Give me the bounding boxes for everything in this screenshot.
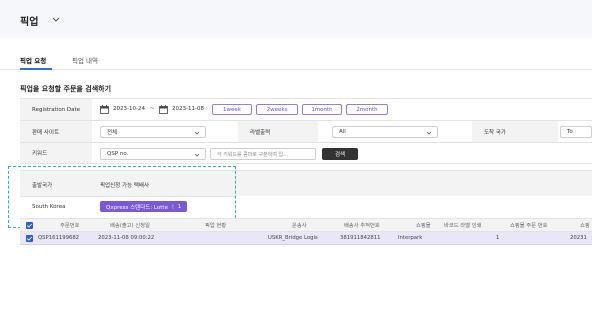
tab-bar: 픽업 요청 픽업 내역	[0, 52, 592, 70]
keyword-type-value: QSP no.	[107, 151, 129, 157]
keyword-label: 키워드	[20, 143, 92, 163]
select-all-checkbox[interactable]	[26, 222, 33, 229]
label-output-label: 라벨출력	[238, 121, 318, 142]
table-row[interactable]: QSP161199682 2023-11-08 09:00:22 USKR_Br…	[20, 232, 592, 245]
column-header: 배송사 추적번호	[344, 223, 380, 229]
arrival-country-value: To	[567, 129, 573, 135]
chevron-down-icon	[194, 131, 200, 135]
calendar-icon[interactable]	[100, 105, 109, 114]
date-separator: ~	[150, 106, 155, 112]
registration-date-label: Registration Date	[20, 99, 92, 120]
request-date: 2023-11-08 09:00:22	[98, 235, 155, 241]
sales-site-label: 판매 사이트	[20, 121, 92, 142]
column-header: 운송사	[292, 223, 307, 229]
column-header: 주문번호	[60, 223, 80, 229]
column-header: 픽업 현황	[205, 223, 227, 229]
column-header: 쇼핑	[580, 223, 590, 229]
range-2weeks-button[interactable]: 2weeks	[256, 104, 298, 115]
range-1month-button[interactable]: 1month	[302, 104, 342, 115]
filter-row-site: 판매 사이트 전체 라벨출력 All 도착 국가 To	[20, 120, 592, 142]
carrier-header-extension	[236, 170, 592, 196]
arrival-country-select[interactable]: To	[560, 126, 592, 138]
active-tab-indicator	[20, 68, 52, 70]
carrier-cell: USKR_Bridge Logis	[268, 235, 318, 241]
keyword-placeholder: 각 키워드를 콤마로 구분하여 입...	[217, 151, 288, 158]
chevron-down-icon	[194, 153, 200, 157]
order-number[interactable]: QSP161199682	[38, 232, 79, 244]
calendar-icon[interactable]	[159, 105, 168, 114]
label-output-select[interactable]: All	[332, 126, 438, 138]
label-output-value: All	[339, 129, 346, 135]
search-button[interactable]: 검색	[322, 148, 358, 160]
tracking-number: 381911842811	[340, 235, 381, 241]
range-1week-button[interactable]: 1week	[212, 104, 252, 115]
column-header: 쇼핑몰 주문 번호	[510, 223, 548, 229]
date-start[interactable]: 2023-10-24	[113, 106, 145, 112]
sales-site-select[interactable]: 전체	[100, 126, 206, 138]
column-header: 배송(출고) 신청일	[110, 223, 150, 229]
mall-order-number: 1	[496, 235, 500, 241]
chevron-down-icon[interactable]	[51, 14, 61, 24]
chevron-down-icon	[426, 131, 432, 135]
tab-pickup-request[interactable]: 픽업 요청	[20, 55, 46, 65]
column-header: 바코드 라벨 인쇄	[444, 223, 482, 229]
table-header: 주문번호 배송(출고) 신청일 픽업 현황 운송사 배송사 추적번호 쇼핑몰 바…	[20, 218, 592, 232]
section-title: 픽업을 요청할 주문을 검색하기	[20, 85, 112, 93]
page-title: 픽업	[20, 17, 39, 28]
tab-pickup-history[interactable]: 픽업 내역	[72, 55, 98, 65]
row-checkbox[interactable]	[26, 235, 33, 242]
shopping-mall: Interpark	[398, 235, 423, 241]
keyword-input[interactable]: 각 키워드를 콤마로 구분하여 입...	[210, 148, 316, 160]
top-bar: 픽업	[0, 0, 592, 38]
column-header: 쇼핑몰	[416, 223, 431, 229]
filter-row-keyword: 키워드 QSP no. 각 키워드를 콤마로 구분하여 입... 검색	[20, 142, 592, 164]
date-end[interactable]: 2023-11-08	[172, 106, 204, 112]
arrival-country-label: 도착 국가	[472, 121, 558, 142]
range-2month-button[interactable]: 2month	[346, 104, 388, 115]
sales-site-value: 전체	[107, 130, 118, 136]
shopping-extra: 20231	[570, 235, 587, 241]
filter-row-date: Registration Date 2023-10-24 ~ 2023-11-0…	[20, 98, 592, 120]
keyword-type-select[interactable]: QSP no.	[100, 148, 206, 160]
